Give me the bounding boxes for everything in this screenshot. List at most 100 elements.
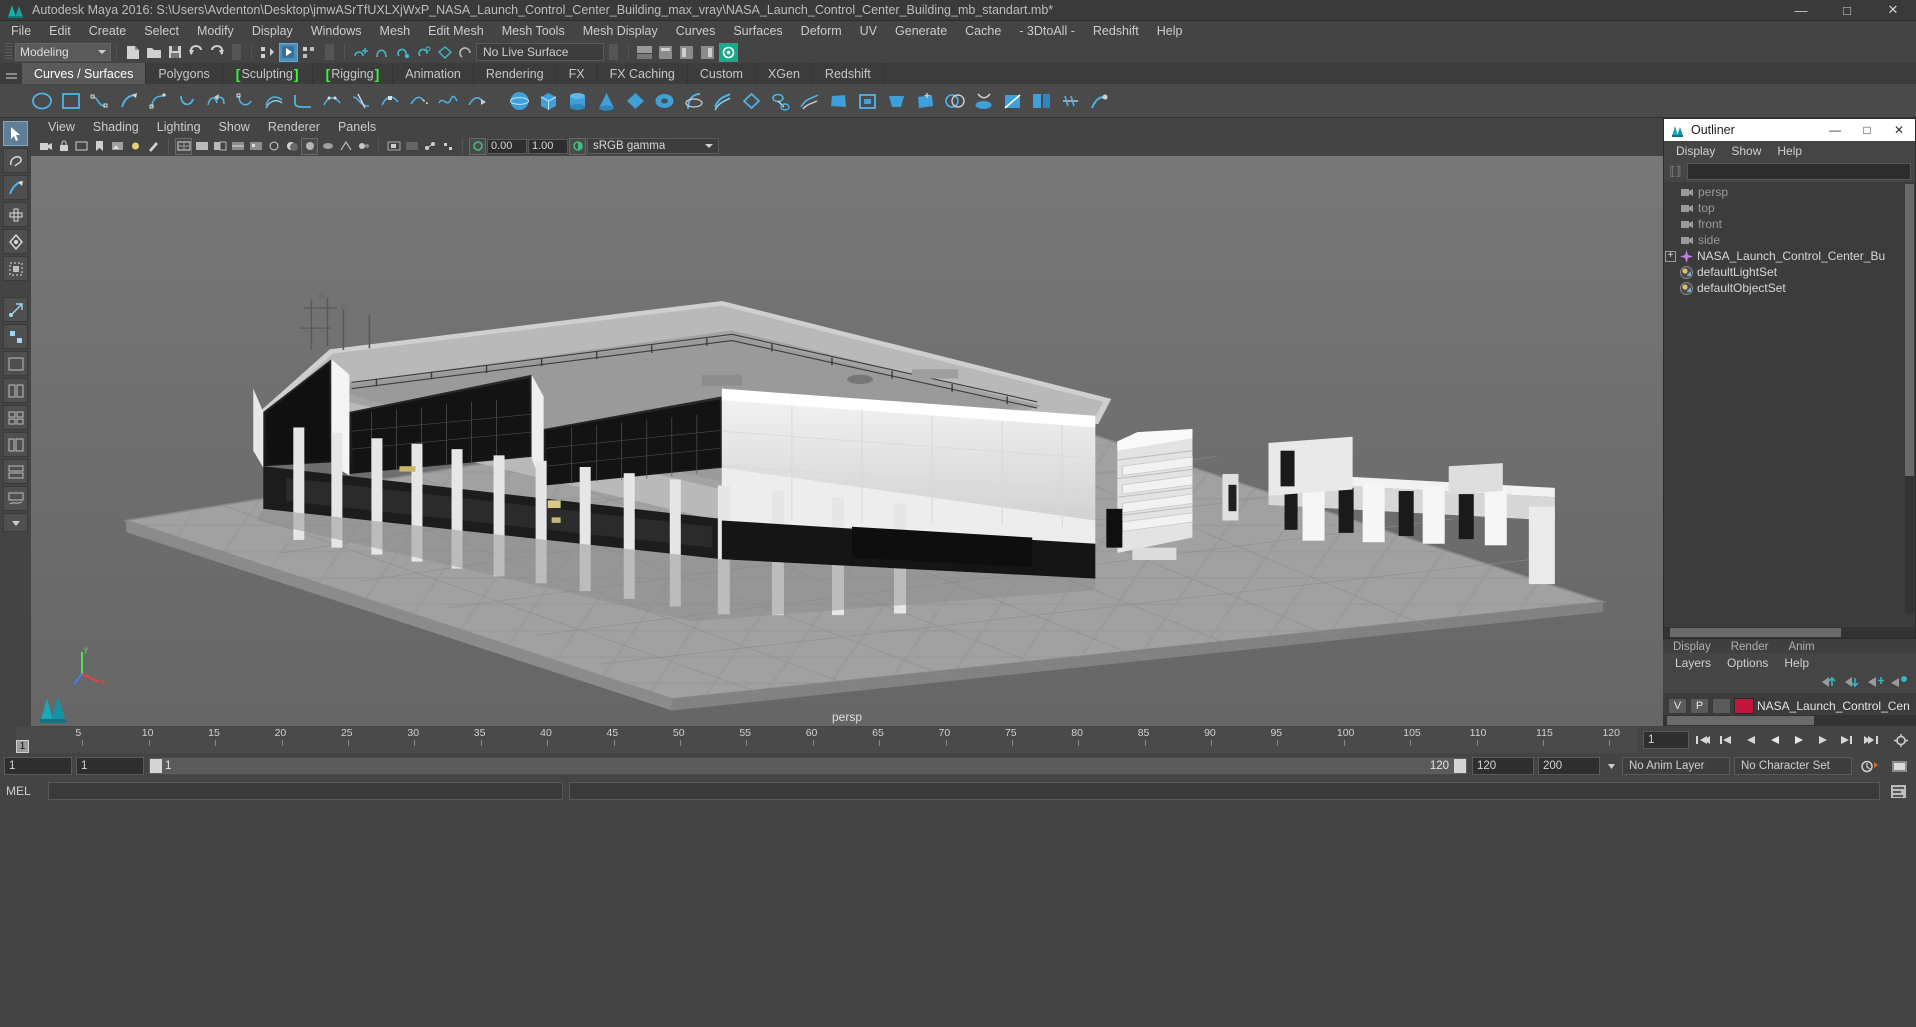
trim-tool-icon[interactable] (1001, 89, 1024, 112)
select-by-object-icon[interactable] (279, 42, 298, 62)
close-button[interactable]: ✕ (1870, 0, 1916, 21)
nurbs-torus-icon[interactable] (653, 89, 676, 112)
outliner-item[interactable]: persp (1664, 184, 1915, 200)
animation-preferences-button[interactable] (1886, 733, 1916, 748)
layer-menu-layers[interactable]: Layers (1667, 656, 1719, 670)
move-layer-up-icon[interactable] (1822, 675, 1839, 691)
detach-curves-icon[interactable] (233, 89, 256, 112)
menu-mesh[interactable]: Mesh (371, 21, 420, 41)
step-forward-frame-button[interactable] (1812, 731, 1833, 750)
project-curve-icon[interactable] (972, 89, 995, 112)
nurbs-square-icon[interactable] (59, 89, 82, 112)
rotate-tool[interactable] (3, 229, 28, 254)
undo-icon[interactable] (186, 43, 205, 62)
show-manipulator-tool[interactable] (3, 297, 28, 322)
insert-knot-icon[interactable] (378, 89, 401, 112)
nurbs-cube-icon[interactable] (537, 89, 560, 112)
menu-generate[interactable]: Generate (886, 21, 956, 41)
bevel-icon[interactable] (885, 89, 908, 112)
nurbs-cylinder-icon[interactable] (566, 89, 589, 112)
command-line-input[interactable] (48, 782, 563, 800)
menu-edit-mesh[interactable]: Edit Mesh (419, 21, 493, 41)
panel-menu-lighting[interactable]: Lighting (148, 120, 210, 134)
motion-blur-icon[interactable] (319, 138, 336, 155)
time-slider[interactable]: 1 5 10 15 20 25 30 35 40 45 50 55 60 65 70 75 80 85 90 95 1… (16, 727, 1638, 753)
step-back-key-button[interactable] (1716, 731, 1737, 750)
isolate-select-icon[interactable] (385, 138, 402, 155)
shelf-grip[interactable] (0, 63, 22, 84)
shelf-tab-redshift[interactable]: Redshift (812, 63, 884, 84)
lasso-tool[interactable] (3, 148, 28, 173)
animation-preferences-icon[interactable] (1886, 759, 1912, 774)
menu-file[interactable]: File (2, 21, 40, 41)
curve-direction-icon[interactable] (465, 89, 488, 112)
play-backwards-button[interactable] (1764, 731, 1785, 750)
anim-start-time-field[interactable]: 1 (4, 757, 72, 775)
shelf-tab-rendering[interactable]: Rendering (473, 63, 557, 84)
smooth-shade-selected-icon[interactable] (211, 138, 228, 155)
planar-surface-icon[interactable] (740, 89, 763, 112)
xray-active-components-icon[interactable] (439, 138, 456, 155)
menu-mesh-display[interactable]: Mesh Display (574, 21, 667, 41)
current-time-field[interactable]: 1 (1643, 731, 1689, 749)
outliner-item[interactable]: defaultObjectSet (1664, 280, 1915, 296)
grease-pencil-icon[interactable] (145, 138, 162, 155)
script-editor-button[interactable] (1886, 781, 1910, 801)
square-surface-icon[interactable] (856, 89, 879, 112)
layer-editor-tab-display[interactable]: Display (1663, 641, 1721, 653)
range-right-handle[interactable] (1454, 759, 1466, 773)
outliner-horizontal-scrollbar[interactable] (1664, 627, 1915, 638)
nurbs-sphere-icon[interactable] (508, 89, 531, 112)
menu-windows[interactable]: Windows (302, 21, 371, 41)
viewport-3d[interactable]: y x persp (31, 156, 1663, 726)
new-layer-from-selected-icon[interactable] (1891, 675, 1908, 691)
two-sided-lighting-icon[interactable] (127, 138, 144, 155)
stitch-surfaces-icon[interactable] (1059, 89, 1082, 112)
boundary-surface-icon[interactable] (827, 89, 850, 112)
rebuild-curve-icon[interactable] (320, 89, 343, 112)
outliner-list[interactable]: persp top front side + NASA_Launch_Control_Ce… (1664, 182, 1915, 627)
outliner-menu-display[interactable]: Display (1668, 144, 1723, 158)
expand-toggle-icon[interactable]: + (1665, 250, 1676, 262)
layout-hypershade[interactable] (3, 459, 28, 484)
panel-menu-shading[interactable]: Shading (84, 120, 148, 134)
tool-settings-toggle-icon[interactable] (677, 43, 696, 62)
select-by-component-icon[interactable] (300, 43, 319, 62)
camera-attributes-icon[interactable] (73, 138, 90, 155)
screen-space-ao-icon[interactable] (301, 137, 318, 155)
outliner-menu-help[interactable]: Help (1769, 144, 1810, 158)
layer-menu-help[interactable]: Help (1776, 656, 1817, 670)
pencil-curve-tool-icon[interactable] (117, 89, 140, 112)
outliner-minimize-button[interactable]: — (1819, 119, 1851, 141)
menu-uv[interactable]: UV (851, 21, 886, 41)
shelf-tab-fx-caching[interactable]: FX Caching (597, 63, 688, 84)
layout-two-panes[interactable] (3, 378, 28, 403)
range-slider[interactable]: 1 120 (148, 757, 1468, 775)
shelf-tab-curves-surfaces[interactable]: Curves / Surfaces (22, 63, 147, 84)
live-surface-field[interactable]: No Live Surface (476, 43, 604, 61)
menu-mesh-tools[interactable]: Mesh Tools (493, 21, 574, 41)
menuset-selector[interactable]: Modeling (15, 43, 111, 61)
cv-curve-tool-icon[interactable] (88, 89, 111, 112)
outliner-close-button[interactable]: ✕ (1883, 119, 1915, 141)
command-line-mode-label[interactable]: MEL (6, 784, 42, 798)
menu-create[interactable]: Create (80, 21, 136, 41)
menu-surfaces[interactable]: Surfaces (724, 21, 791, 41)
menu-redshift[interactable]: Redshift (1084, 21, 1148, 41)
outliner-item[interactable]: top (1664, 200, 1915, 216)
surface-fillet-icon[interactable] (1030, 89, 1053, 112)
panel-menu-show[interactable]: Show (210, 120, 259, 134)
offset-curve-icon[interactable] (262, 89, 285, 112)
lock-camera-icon[interactable] (55, 138, 72, 155)
menu-curves[interactable]: Curves (667, 21, 725, 41)
sculpt-geometry-icon[interactable] (1088, 89, 1111, 112)
attribute-editor-toggle-icon[interactable] (656, 43, 675, 62)
snap-to-projected-center-icon[interactable] (414, 43, 433, 62)
xray-icon[interactable] (403, 138, 420, 155)
layer-menu-options[interactable]: Options (1719, 656, 1776, 670)
menu-modify[interactable]: Modify (188, 21, 243, 41)
arc-tool-icon[interactable] (175, 89, 198, 112)
menu-deform[interactable]: Deform (792, 21, 851, 41)
character-set-selector[interactable]: No Character Set (1734, 757, 1852, 775)
nurbs-plane-icon[interactable] (624, 89, 647, 112)
